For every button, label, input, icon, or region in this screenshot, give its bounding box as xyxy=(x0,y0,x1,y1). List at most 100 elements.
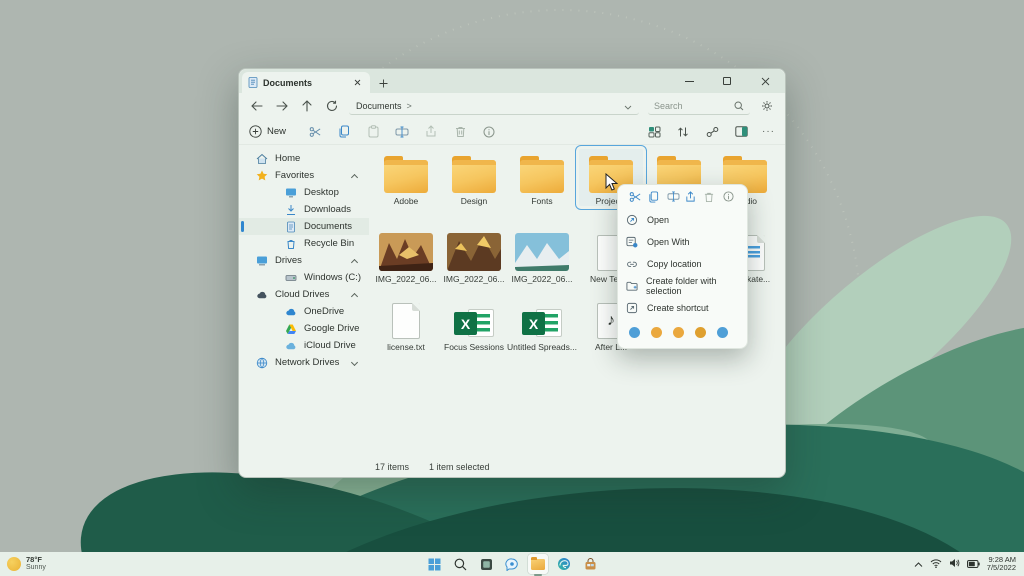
up-button[interactable] xyxy=(299,98,315,114)
file-label: IMG_2022_06... xyxy=(512,274,573,284)
context-menu-item-open-with[interactable]: Open With xyxy=(618,231,747,253)
file-explorer-button[interactable] xyxy=(528,554,548,574)
context-menu-item-create-folder-with-selection[interactable]: Create folder with selection xyxy=(618,275,747,297)
cut-button[interactable] xyxy=(307,124,323,140)
info-button[interactable] xyxy=(481,124,497,140)
context-menu-label: Create folder with selection xyxy=(646,276,739,296)
delete-button[interactable] xyxy=(452,124,468,140)
chevron-down-icon[interactable] xyxy=(624,97,632,115)
sidebar-item-desktop[interactable]: Desktop xyxy=(239,184,369,201)
collapse-chevron-icon[interactable] xyxy=(351,259,358,266)
tag-color-orange-2[interactable] xyxy=(673,327,684,338)
back-button[interactable] xyxy=(249,98,265,114)
sidebar-item-favorites[interactable]: Favorites xyxy=(239,167,369,184)
excel-file-icon: X xyxy=(520,307,564,339)
breadcrumb[interactable]: Documents > xyxy=(349,97,639,115)
sidebar-item-recycle-bin[interactable]: Recycle Bin xyxy=(239,235,369,252)
file-item-adobe[interactable]: Adobe xyxy=(374,149,438,206)
collapse-chevron-icon[interactable] xyxy=(351,174,358,181)
edge-browser-button[interactable] xyxy=(554,554,574,574)
clock[interactable]: 9:28 AM 7/5/2022 xyxy=(987,556,1016,572)
file-item-untitled-spreadsheet[interactable]: X Untitled Spreads... xyxy=(510,295,574,352)
rename-icon[interactable] xyxy=(667,191,680,204)
share-icon[interactable] xyxy=(685,191,698,204)
maximize-button[interactable] xyxy=(717,73,737,89)
tab-close-icon[interactable] xyxy=(350,76,364,90)
copy-icon[interactable] xyxy=(648,191,661,204)
rename-button[interactable] xyxy=(394,124,410,140)
file-item-photo-3[interactable]: IMG_2022_06... xyxy=(510,227,574,284)
tab-documents[interactable]: Documents xyxy=(242,72,370,93)
sidebar-item-downloads[interactable]: Downloads xyxy=(239,201,369,218)
sidebar-item-icloud-drive[interactable]: iCloud Drive xyxy=(239,337,369,354)
store-button[interactable] xyxy=(580,554,600,574)
share-button[interactable] xyxy=(423,124,439,140)
settings-gear-icon[interactable] xyxy=(759,98,775,114)
store-bag-icon xyxy=(584,558,597,571)
close-button[interactable] xyxy=(755,73,775,89)
new-folder-icon xyxy=(626,280,638,293)
expand-chevron-icon[interactable] xyxy=(351,359,358,366)
chat-bubble-icon xyxy=(505,558,519,571)
refresh-button[interactable] xyxy=(324,98,340,114)
start-button[interactable] xyxy=(424,554,444,574)
sidebar-item-home[interactable]: Home xyxy=(239,150,369,167)
task-view-button[interactable] xyxy=(476,554,496,574)
sidebar-item-documents[interactable]: Documents xyxy=(239,218,369,235)
delete-icon[interactable] xyxy=(704,191,717,204)
tag-color-blue-2[interactable] xyxy=(717,327,728,338)
file-item-photo-1[interactable]: IMG_2022_06... xyxy=(374,227,438,284)
context-menu-item-copy-location[interactable]: Copy location xyxy=(618,253,747,275)
volume-icon[interactable] xyxy=(949,555,960,573)
sidebar-label: Cloud Drives xyxy=(275,289,329,300)
layout-button[interactable] xyxy=(646,124,662,140)
minimize-button[interactable] xyxy=(679,73,699,89)
search-placeholder: Search xyxy=(654,101,734,111)
wifi-icon[interactable] xyxy=(930,555,942,573)
plus-circle-icon xyxy=(249,125,262,138)
preview-pane-button[interactable] xyxy=(733,124,749,140)
sidebar-item-drives[interactable]: Drives xyxy=(239,252,369,269)
more-options-button[interactable]: ··· xyxy=(762,126,775,137)
file-item-photo-2[interactable]: IMG_2022_06... xyxy=(442,227,506,284)
file-item-focus-sessions[interactable]: X Focus Sessions xyxy=(442,295,506,352)
context-menu-item-open[interactable]: Open xyxy=(618,209,747,231)
file-item-design[interactable]: Design xyxy=(442,149,506,206)
copy-button[interactable] xyxy=(336,124,352,140)
file-item-fonts[interactable]: Fonts xyxy=(510,149,574,206)
sidebar-label: Network Drives xyxy=(275,357,339,368)
context-menu-label: Open With xyxy=(647,237,690,247)
sort-button[interactable] xyxy=(675,124,691,140)
tag-color-orange-3[interactable] xyxy=(695,327,706,338)
photo-thumbnail xyxy=(515,233,569,271)
context-menu-label: Create shortcut xyxy=(647,303,709,313)
file-label: Fonts xyxy=(531,196,552,206)
weather-widget[interactable]: 78°F Sunny xyxy=(0,556,46,572)
forward-button[interactable] xyxy=(274,98,290,114)
window-controls xyxy=(679,69,779,93)
context-menu-item-create-shortcut[interactable]: Create shortcut xyxy=(618,297,747,319)
battery-icon[interactable] xyxy=(967,555,980,573)
file-item-license[interactable]: license.txt xyxy=(374,295,438,352)
sidebar-item-cloud-drives[interactable]: Cloud Drives xyxy=(239,286,369,303)
new-button[interactable]: New xyxy=(249,125,286,138)
info-icon[interactable] xyxy=(723,191,736,204)
paste-button[interactable] xyxy=(365,124,381,140)
cut-icon[interactable] xyxy=(629,191,642,204)
search-input[interactable]: Search xyxy=(648,97,750,115)
sidebar-item-google-drive[interactable]: Google Drive xyxy=(239,320,369,337)
tray-chevron-up-icon[interactable] xyxy=(914,555,923,573)
breadcrumb-item-documents[interactable]: Documents xyxy=(356,101,402,111)
chat-button[interactable] xyxy=(502,554,522,574)
search-taskbar-button[interactable] xyxy=(450,554,470,574)
sidebar-item-network-drives[interactable]: Network Drives xyxy=(239,354,369,371)
tag-color-orange-1[interactable] xyxy=(651,327,662,338)
sidebar-label: Windows (C:) xyxy=(304,272,361,283)
collapse-chevron-icon[interactable] xyxy=(351,293,358,300)
clock-date: 7/5/2022 xyxy=(987,564,1016,572)
tag-color-blue-1[interactable] xyxy=(629,327,640,338)
sidebar-item-windows-c[interactable]: Windows (C:) xyxy=(239,269,369,286)
group-button[interactable] xyxy=(704,124,720,140)
sidebar-item-onedrive[interactable]: OneDrive xyxy=(239,303,369,320)
new-tab-button[interactable] xyxy=(376,76,390,90)
